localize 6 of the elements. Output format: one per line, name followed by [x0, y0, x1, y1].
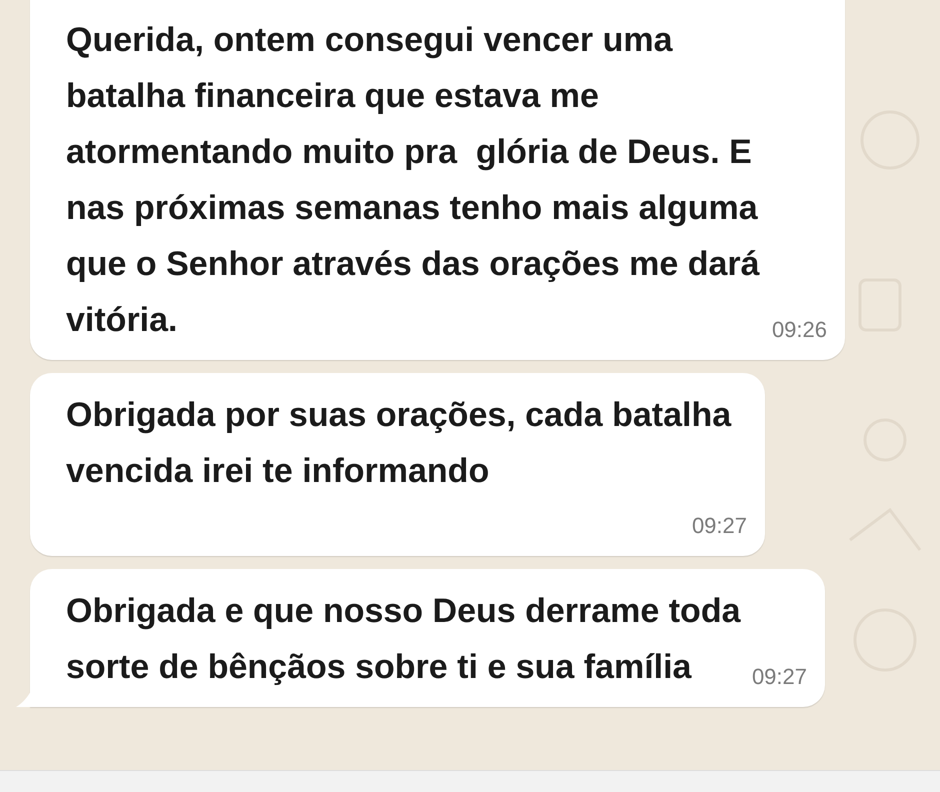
message-time: 09:26	[772, 316, 827, 344]
message-time: 09:27	[692, 512, 747, 540]
message-text: Obrigada por suas orações, cada batalha vencida irei te informando	[66, 395, 732, 492]
message-time: 09:27	[752, 663, 807, 691]
message-text: Obrigada e que nosso Deus derrame toda sorte de bênçãos sobre ti e sua família	[66, 591, 742, 688]
message-text: Querida, ontem consegui vencer uma batalha financeira que estava me atormentando muito pra glória de Deus. E nas próximas semanas tenho mais alguma que o Senhor através das orações me dará vitória.	[66, 20, 761, 341]
